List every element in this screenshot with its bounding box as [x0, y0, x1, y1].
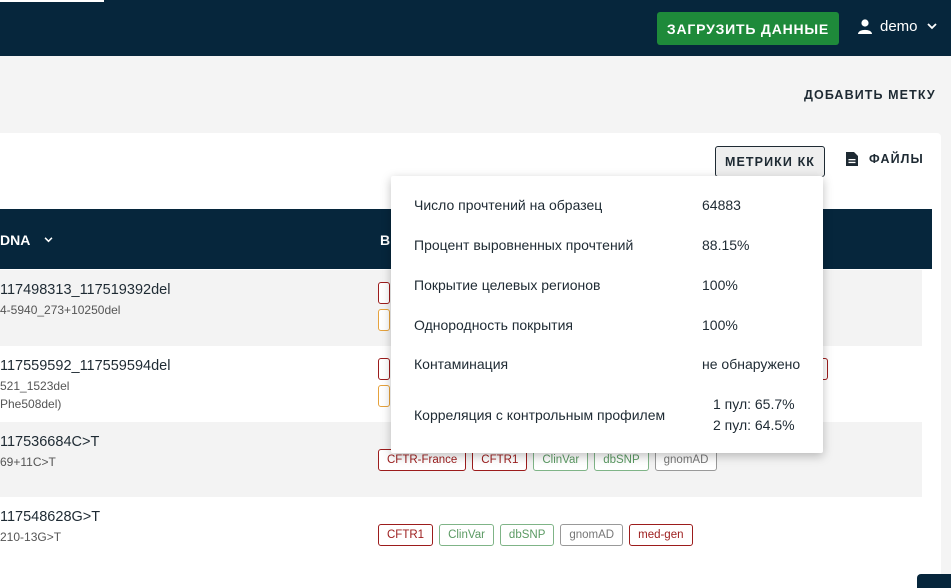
metric-value-aligned: 88.15% [702, 237, 750, 253]
metric-value-correlation-pool2: 2 пул: 64.5% [713, 417, 795, 433]
qc-metrics-popup: Число прочтений на образец 64883 Процент… [391, 176, 823, 453]
file-icon [846, 152, 858, 166]
user-menu[interactable]: demo [858, 18, 937, 35]
tag[interactable] [378, 309, 390, 331]
variant-name: 117559592_117559594del [0, 358, 171, 374]
tag-gnomad[interactable]: gnomAD [560, 524, 624, 546]
active-tab-indicator [0, 0, 104, 2]
tag[interactable] [378, 282, 390, 304]
variant-name: 117536684C>T [0, 434, 100, 450]
qc-metrics-button[interactable]: МЕТРИКИ КК [715, 146, 825, 177]
variant-name: 117548628G>T [0, 509, 101, 525]
metric-label-aligned: Процент выровненных прочтений [414, 237, 634, 253]
tag-cftr1[interactable]: CFTR1 [378, 524, 434, 546]
variant-hgvs: 69+11C>T [0, 455, 56, 469]
add-label-button[interactable]: ДОБАВИТЬ МЕТКУ [804, 88, 936, 102]
metric-label-contamination: Контаминация [414, 356, 509, 372]
metric-value-coverage: 100% [702, 277, 738, 293]
top-bar: ЗАГРУЗИТЬ ДАННЫЕ demo [0, 0, 951, 56]
chevron-down-icon [926, 23, 937, 30]
metric-label-reads: Число прочтений на образец [414, 197, 603, 213]
files-button[interactable]: ФАЙЛЫ [846, 152, 924, 166]
files-label: ФАЙЛЫ [869, 152, 924, 166]
tag-clinvar[interactable]: ClinVar [439, 524, 494, 546]
metric-label-uniformity: Однородность покрытия [414, 317, 573, 333]
tag-dbsnp[interactable]: dbSNP [499, 524, 555, 546]
scroll-top-button[interactable] [917, 574, 951, 588]
column-header-sources: В [380, 232, 391, 248]
upload-data-button[interactable]: ЗАГРУЗИТЬ ДАННЫЕ [657, 12, 839, 45]
variant-protein: Phe508del) [0, 397, 62, 411]
variant-hgvs: 521_1523del [0, 379, 70, 393]
table-row[interactable]: 117548628G>T 210-13G>T CFTR1 ClinVar dbS… [0, 497, 922, 573]
tag[interactable] [378, 358, 390, 380]
metric-value-contamination: не обнаружено [702, 356, 801, 372]
metric-value-uniformity: 100% [702, 317, 738, 333]
variant-name: 117498313_117519392del [0, 282, 171, 298]
column-header-dna[interactable]: DNA [0, 232, 53, 248]
metric-value-reads: 64883 [702, 197, 741, 213]
metric-value-correlation-pool1: 1 пул: 65.7% [713, 396, 795, 412]
chevron-down-icon [44, 237, 53, 243]
username: demo [880, 18, 918, 35]
tag[interactable] [378, 385, 390, 407]
tag-med-gen[interactable]: med-gen [629, 524, 693, 546]
metric-label-correlation: Корреляция с контрольным профилем [414, 407, 666, 423]
variant-hgvs: 4-5940_273+10250del [0, 303, 121, 317]
variant-hgvs: 210-13G>T [0, 530, 62, 544]
source-tags: CFTR1 ClinVar dbSNP gnomAD med-gen [378, 524, 693, 546]
metric-label-coverage: Покрытие целевых регионов [414, 277, 601, 293]
user-icon [858, 19, 872, 34]
